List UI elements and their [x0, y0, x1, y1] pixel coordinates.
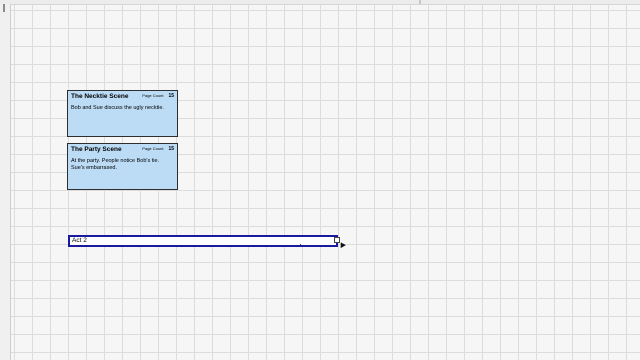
scene-card-necktie[interactable]: The Necktie Scene Page Count 15 Bob and S… [67, 90, 178, 137]
page-count: Page Count 15 [142, 93, 174, 99]
scene-card-party[interactable]: The Party Scene Page Count 15 At the part… [67, 143, 178, 190]
page-count-value[interactable]: 15 [168, 146, 174, 152]
page-count-label: Page Count [142, 146, 164, 151]
card-title: The Necktie Scene [71, 93, 129, 100]
card-description[interactable]: At the party. People notice Bob's tie. S… [71, 158, 174, 172]
left-scroll-edge[interactable] [0, 4, 11, 360]
ruler-tick [419, 0, 421, 4]
card-header: The Party Scene Page Count 15 [71, 146, 174, 156]
card-title: The Party Scene [71, 146, 122, 153]
page-count: Page Count 15 [142, 146, 174, 152]
card-header: The Necktie Scene Page Count 15 [71, 93, 174, 103]
page-count-label: Page Count [142, 93, 164, 98]
page-count-value[interactable]: 15 [168, 93, 174, 99]
card-description[interactable]: Bob and Sue discuss the ugly necktie. [71, 105, 174, 112]
act-label-text[interactable]: Act 2 [72, 237, 87, 245]
scroll-notch[interactable] [3, 4, 5, 12]
text-caret-dot [300, 244, 301, 245]
act-label-box[interactable]: Act 2 [68, 235, 338, 247]
